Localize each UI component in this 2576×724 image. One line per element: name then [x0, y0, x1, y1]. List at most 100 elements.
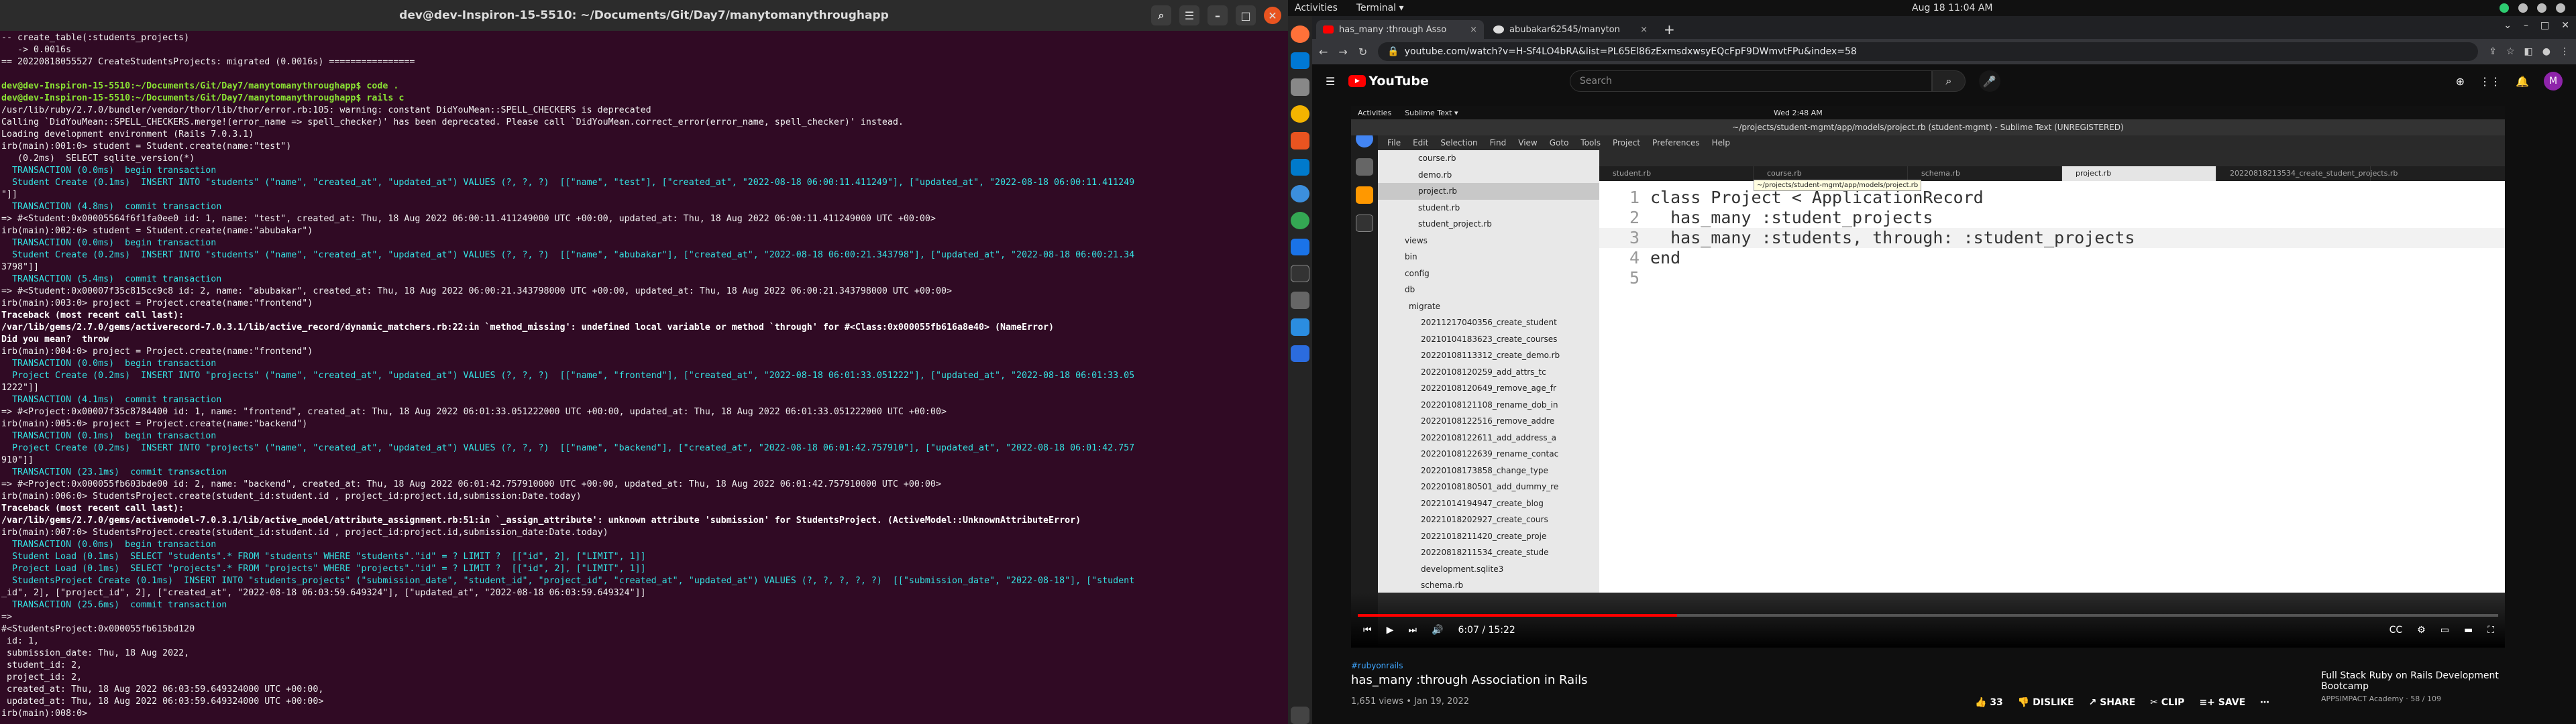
- app-icon[interactable]: [1291, 318, 1309, 336]
- chrome-icon[interactable]: [1291, 211, 1309, 229]
- sublime-tab: student.rb: [1599, 166, 1754, 181]
- maximize-icon[interactable]: □: [2540, 20, 2549, 31]
- forward-icon[interactable]: →: [1338, 46, 1347, 58]
- tab-github[interactable]: abubakar62545/manyton ×: [1487, 20, 1654, 39]
- close-tab-icon[interactable]: ×: [1640, 25, 1648, 35]
- volume-icon[interactable]: [2537, 3, 2546, 13]
- status-icon[interactable]: [2500, 3, 2509, 13]
- terminal-output[interactable]: -- create_table(:students_projects) -> 0…: [0, 31, 1288, 724]
- subtitles-icon[interactable]: CC: [2390, 625, 2403, 636]
- terminal-line: 3798"]]: [1, 262, 40, 272]
- hashtag-link[interactable]: #rubyonrails: [1351, 661, 2290, 670]
- share-button[interactable]: ↗ SHARE: [2089, 697, 2136, 708]
- theater-icon[interactable]: ▬: [2464, 625, 2473, 636]
- more-icon[interactable]: ⋮: [2560, 46, 2569, 57]
- clock[interactable]: Aug 18 11:04 AM: [1912, 3, 1993, 13]
- sublime-menu-item: Goto: [1549, 138, 1569, 147]
- terminal-line: irb(main):002:0> student = Student.creat…: [1, 226, 313, 236]
- save-label: SAVE: [2218, 697, 2246, 708]
- address-bar[interactable]: 🔒 youtube.com/watch?v=H-Sf4LO4bRA&list=P…: [1378, 42, 2479, 61]
- clip-label: CLIP: [2161, 697, 2185, 708]
- save-button[interactable]: ≡+ SAVE: [2199, 697, 2245, 708]
- screenshot-icon[interactable]: [1291, 292, 1309, 309]
- writer-icon[interactable]: [1291, 238, 1309, 256]
- sidebar-file: config: [1405, 268, 1430, 278]
- lock-icon: 🔒: [1387, 46, 1399, 57]
- star-icon[interactable]: ☆: [2506, 46, 2515, 57]
- like-button[interactable]: 👍 33: [1975, 697, 2003, 708]
- more-icon[interactable]: ⋯: [2260, 697, 2269, 708]
- search-icon[interactable]: ⌕: [1151, 5, 1171, 25]
- app-menu[interactable]: Terminal ▾: [1356, 3, 1404, 13]
- terminal-icon[interactable]: [1291, 265, 1309, 283]
- clip-button[interactable]: ✂ CLIP: [2150, 697, 2184, 708]
- minimize-icon[interactable]: –: [1208, 5, 1228, 25]
- sidebar-file: course.rb: [1418, 154, 1456, 163]
- power-icon[interactable]: [2556, 3, 2565, 13]
- sublime-sidebar: course.rb demo.rb project.rb student.rb stud…: [1378, 150, 1599, 593]
- close-tab-icon[interactable]: ×: [1470, 25, 1477, 35]
- files-icon: [1356, 158, 1373, 176]
- volume-icon[interactable]: 🔊: [1432, 625, 1443, 636]
- sidebar-file: project.rb: [1378, 183, 1599, 200]
- video-player[interactable]: Activities Sublime Text ▾ Wed 2:48 AM ~/…: [1351, 106, 2505, 648]
- editor-icon[interactable]: [1291, 345, 1309, 363]
- terminal-line: student_id: 2,: [1, 660, 83, 670]
- next-icon[interactable]: ⏭: [1408, 625, 1417, 636]
- sublime-menu-item: Project: [1612, 138, 1641, 147]
- back-icon[interactable]: ←: [1319, 46, 1328, 58]
- terminal-line: TRANSACTION (4.1ms) commit transaction: [1, 395, 222, 405]
- progress-fill: [1358, 614, 1677, 617]
- apps-icon[interactable]: ⋮⋮: [2479, 75, 2501, 88]
- tab-youtube[interactable]: has_many :through Asso ×: [1316, 20, 1484, 39]
- line-number: 1: [1629, 188, 1640, 207]
- search-icon[interactable]: ⌕: [1931, 70, 1966, 92]
- thunderbird-icon[interactable]: [1291, 52, 1309, 70]
- terminal-line: project_id: 2,: [1, 672, 83, 682]
- avatar[interactable]: M: [2544, 72, 2563, 90]
- bell-icon[interactable]: 🔔: [2516, 75, 2529, 88]
- minimize-icon[interactable]: –: [2524, 20, 2528, 31]
- terminal-line: Loading development environment (Rails 7…: [1, 129, 254, 139]
- activities-button[interactable]: Activities: [1295, 3, 1338, 13]
- tab-strip: has_many :through Asso × abubakar62545/m…: [1312, 16, 2576, 39]
- reload-icon[interactable]: ↻: [1358, 46, 1367, 58]
- search-input[interactable]: Search: [1569, 70, 1932, 92]
- share-icon[interactable]: ⇪: [2489, 46, 2497, 57]
- extensions-icon[interactable]: ◧: [2524, 46, 2533, 57]
- chevron-down-icon[interactable]: ⌄: [2504, 20, 2512, 31]
- hamburger-icon[interactable]: ☰: [1326, 75, 1335, 88]
- video-frame: Activities Sublime Text ▾ Wed 2:48 AM ~/…: [1351, 106, 2505, 648]
- youtube-logo[interactable]: ▶ YouTube: [1348, 74, 1429, 88]
- files-icon[interactable]: [1291, 78, 1309, 97]
- miniplayer-icon[interactable]: ▭: [2440, 625, 2449, 636]
- firefox-icon[interactable]: [1291, 25, 1309, 43]
- close-icon[interactable]: ✕: [2561, 20, 2569, 31]
- create-icon[interactable]: ⊕: [2456, 75, 2465, 88]
- mic-icon[interactable]: 🎤: [1978, 70, 2000, 92]
- software-icon[interactable]: [1291, 131, 1309, 149]
- menu-icon[interactable]: ☰: [1179, 5, 1199, 25]
- code-line: has_many :student_projects: [1650, 208, 1933, 227]
- maximize-icon[interactable]: □: [1236, 5, 1256, 25]
- playlist-panel[interactable]: Full Stack Ruby on Rails Development Boo…: [2321, 670, 2542, 703]
- profile-icon[interactable]: ●: [2542, 46, 2551, 57]
- new-tab-icon[interactable]: +: [1657, 20, 1682, 39]
- close-icon[interactable]: ✕: [1264, 7, 1281, 24]
- play-icon[interactable]: ▶: [1387, 625, 1394, 636]
- terminal-line: 1222"]]: [1, 383, 40, 393]
- help-icon[interactable]: [1291, 185, 1309, 202]
- settings-icon[interactable]: ⚙: [2417, 625, 2426, 636]
- dislike-button[interactable]: 👎 DISLIKE: [2018, 697, 2074, 708]
- show-apps-icon[interactable]: [1291, 707, 1309, 724]
- vscode-icon[interactable]: [1291, 158, 1309, 176]
- progress-bar[interactable]: [1358, 614, 2498, 617]
- fullscreen-icon[interactable]: ⛶: [2487, 625, 2494, 636]
- terminal-line: Did you mean? throw: [1, 335, 109, 345]
- gnome-top-bar: Activities Terminal ▾ Aug 18 11:04 AM: [1288, 0, 2576, 16]
- previous-icon[interactable]: ⏮: [1363, 625, 1372, 636]
- terminal-line: => #<Student:0x00007f35c815cc9c8 id: 2, …: [1, 286, 952, 296]
- network-icon[interactable]: [2518, 3, 2528, 13]
- rhythmbox-icon[interactable]: [1291, 105, 1309, 123]
- sublime-title: ~/projects/student-mgmt/app/models/proje…: [1732, 123, 2124, 132]
